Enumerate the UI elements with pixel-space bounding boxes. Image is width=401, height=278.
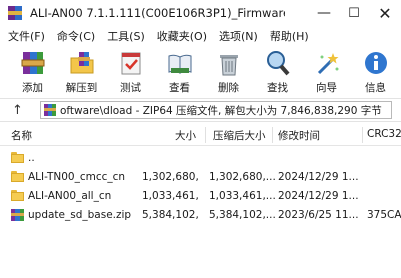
view-icon [166, 49, 194, 77]
menu-bar: 文件(F) 命令(C) 工具(S) 收藏夹(O) 选项(N) 帮助(H) [0, 26, 401, 46]
find-label: 查找 [267, 82, 288, 94]
column-name[interactable]: 名称 [11, 128, 32, 143]
add-archive-icon [19, 49, 47, 77]
archive-icon [44, 104, 56, 116]
close-button[interactable]: ✕ [367, 0, 401, 26]
add-button[interactable]: 添加 [8, 46, 57, 96]
test-label: 测试 [120, 82, 141, 94]
file-name: .. [28, 152, 35, 164]
file-modified: 2024/12/29 1... [278, 190, 359, 202]
archive-path-field[interactable]: oftware\dload - ZIP64 压缩文件, 解包大小为 7,846,… [40, 101, 392, 119]
file-packed-size: 5,384,102,... [209, 209, 275, 221]
add-label: 添加 [22, 82, 43, 94]
wizard-label: 向导 [316, 82, 337, 94]
info-icon [362, 49, 390, 77]
file-modified: 2023/6/25 11... [278, 209, 359, 221]
column-modified[interactable]: 修改时间 [278, 128, 320, 143]
wizard-button[interactable]: 向导 [302, 46, 351, 96]
column-packed-size[interactable]: 压缩后大小 [213, 128, 266, 143]
file-packed-size: 1,302,680,... [209, 171, 275, 183]
table-row[interactable]: ALI-TN00_cmcc_cn 1,302,680,... 1,302,680… [0, 168, 401, 187]
column-separator[interactable] [362, 127, 363, 143]
column-crc32[interactable]: CRC32 [367, 128, 401, 140]
toolbar: 添加 解压到 测试 查看 删除 查找 向导 信息 [0, 46, 401, 96]
view-button[interactable]: 查看 [155, 46, 204, 96]
file-size: 1,033,461,... [142, 190, 199, 202]
folder-icon [11, 190, 24, 201]
column-separator[interactable] [272, 127, 273, 143]
menu-help[interactable]: 帮助(H) [270, 28, 309, 44]
file-name: update_sd_base.zip [28, 209, 132, 221]
file-name: ALI-TN00_cmcc_cn [28, 171, 126, 183]
file-modified: 2024/12/29 1... [278, 171, 359, 183]
extract-to-label: 解压到 [65, 82, 98, 94]
info-label: 信息 [365, 82, 386, 94]
menu-commands[interactable]: 命令(C) [57, 28, 95, 44]
title-bar: ALI-AN00 7.1.1.111(C00E106R3P1)_Firmware… [0, 0, 401, 26]
column-size[interactable]: 大小 [175, 128, 196, 143]
folder-icon [11, 171, 24, 182]
menu-favorites[interactable]: 收藏夹(O) [157, 28, 207, 44]
menu-file[interactable]: 文件(F) [8, 28, 45, 44]
delete-label: 删除 [218, 82, 239, 94]
test-button[interactable]: 测试 [106, 46, 155, 96]
file-size: 5,384,102,... [142, 209, 199, 221]
table-row[interactable]: ALI-AN00_all_cn 1,033,461,... 1,033,461,… [0, 187, 401, 206]
find-button[interactable]: 查找 [253, 46, 302, 96]
extract-to-icon [68, 49, 96, 77]
menu-options[interactable]: 选项(N) [219, 28, 258, 44]
zip-archive-icon [11, 209, 24, 221]
table-row[interactable]: update_sd_base.zip 5,384,102,... 5,384,1… [0, 206, 401, 225]
folder-icon [11, 152, 24, 163]
file-size: 1,302,680,... [142, 171, 199, 183]
file-crc32: 375CA [367, 209, 401, 221]
archive-path-text: oftware\dload - ZIP64 压缩文件, 解包大小为 7,846,… [60, 104, 382, 117]
file-list-header: 名称 大小 压缩后大小 修改时间 CRC32 [0, 124, 401, 146]
column-separator[interactable] [205, 127, 206, 143]
address-bar: ↑ oftware\dload - ZIP64 压缩文件, 解包大小为 7,84… [0, 98, 401, 122]
file-packed-size: 1,033,461,... [209, 190, 275, 202]
table-row[interactable]: .. [0, 149, 401, 168]
menu-tools[interactable]: 工具(S) [107, 28, 145, 44]
view-label: 查看 [169, 82, 190, 94]
winrar-app-icon [8, 6, 22, 20]
up-one-level-button[interactable]: ↑ [12, 103, 32, 118]
test-icon [117, 49, 145, 77]
delete-icon [215, 49, 243, 77]
extract-to-button[interactable]: 解压到 [57, 46, 106, 96]
file-name: ALI-AN00_all_cn [28, 190, 112, 202]
wizard-icon [313, 49, 341, 77]
find-icon [264, 49, 292, 77]
window-title: ALI-AN00 7.1.1.111(C00E106R3P1)_Firmware… [30, 6, 285, 20]
info-button[interactable]: 信息 [351, 46, 400, 96]
delete-button[interactable]: 删除 [204, 46, 253, 96]
